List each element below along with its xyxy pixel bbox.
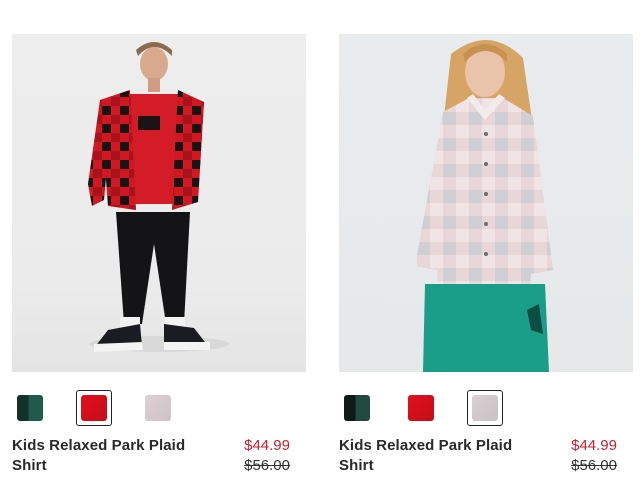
sale-price: $44.99 (571, 437, 617, 454)
swatch-red[interactable] (76, 390, 112, 426)
swatch-chip (17, 395, 43, 421)
swatch-chip (344, 395, 370, 421)
price-block: $44.99 $56.00 (244, 436, 290, 476)
color-swatches (12, 390, 306, 430)
swatch-pink[interactable] (467, 390, 503, 426)
original-price: $56.00 (571, 457, 617, 474)
swatch-chip (408, 395, 434, 421)
original-price: $56.00 (244, 457, 290, 474)
product-image[interactable] (12, 34, 306, 372)
swatch-red[interactable] (403, 390, 439, 426)
swatch-chip (145, 395, 171, 421)
swatch-chip (472, 395, 498, 421)
swatch-pink[interactable] (140, 390, 176, 426)
sale-price: $44.99 (244, 437, 290, 454)
product-name[interactable]: Kids Relaxed Park Plaid Shirt (339, 436, 529, 476)
swatch-green[interactable] (12, 390, 48, 426)
boy-red-plaid-photo (88, 42, 229, 352)
swatch-chip (81, 395, 107, 421)
swatch-green[interactable] (339, 390, 375, 426)
product-name[interactable]: Kids Relaxed Park Plaid Shirt (12, 436, 202, 476)
product-image[interactable] (339, 34, 633, 372)
color-swatches (339, 390, 633, 430)
price-block: $44.99 $56.00 (571, 436, 617, 476)
girl-pink-plaid-photo (415, 39, 553, 372)
